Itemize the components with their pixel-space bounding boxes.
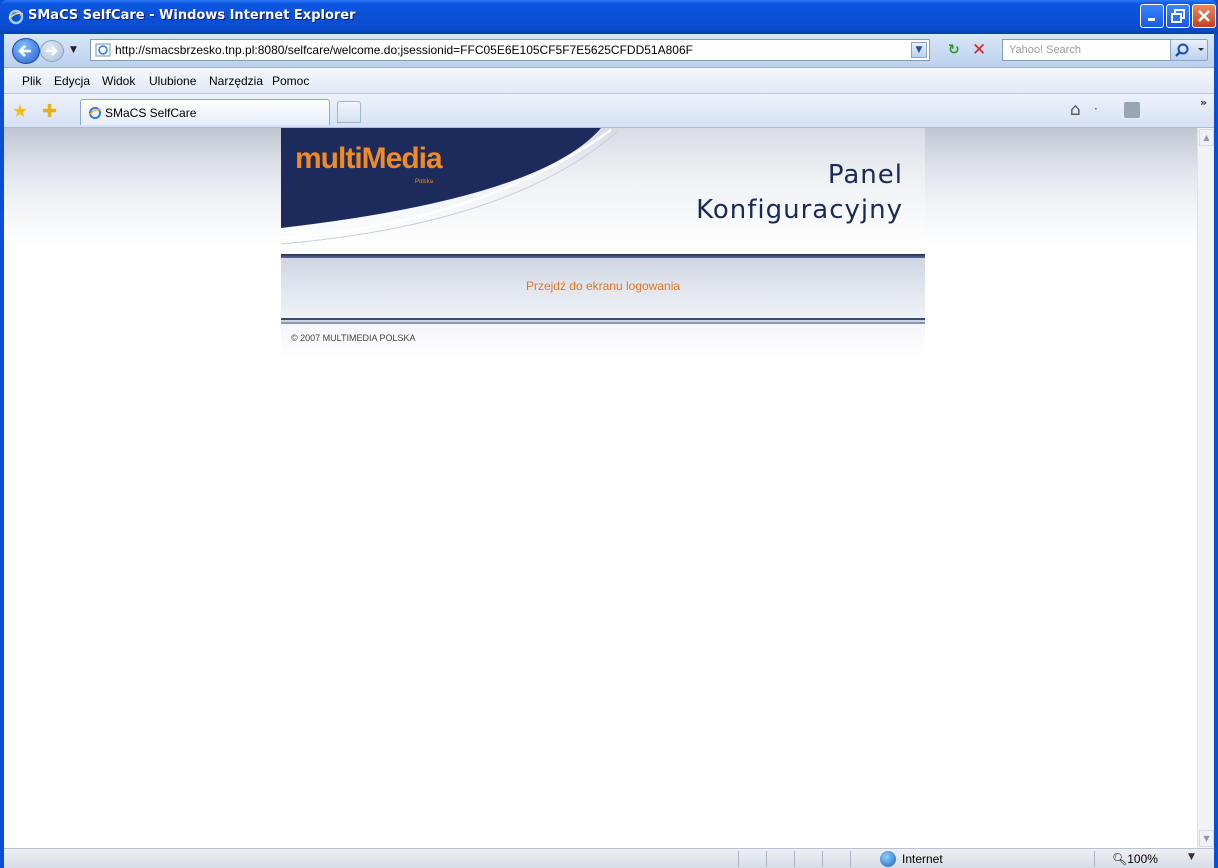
back-button[interactable] — [12, 38, 40, 64]
url-text[interactable]: http://smacsbrzesko.tnp.pl:8080/selfcare… — [115, 43, 693, 57]
ie-page-icon — [88, 107, 102, 119]
status-bar: Internet 🔍︎100% ▼ — [4, 848, 1214, 868]
home-dropdown-icon[interactable]: · — [1094, 102, 1098, 116]
restore-icon — [1171, 9, 1185, 23]
page-header: multiMedia Polska Panel Konfiguracyjny — [281, 128, 925, 250]
menu-help[interactable]: Pomoc — [272, 74, 309, 88]
multimedia-logo: multiMedia — [295, 142, 443, 175]
maximize-button[interactable] — [1166, 4, 1190, 28]
new-tab-button[interactable] — [337, 101, 361, 123]
add-favorite-icon[interactable]: ✚ — [42, 101, 57, 122]
page-title-line1: Panel — [827, 160, 903, 190]
toolbar-overflow-icon[interactable]: » — [1200, 96, 1207, 109]
scroll-up-arrow-icon[interactable]: ▲ — [1199, 129, 1214, 146]
logo-subtext: Polska — [415, 179, 434, 185]
forward-arrow-icon — [46, 46, 58, 56]
browser-window: SMaCS SelfCare - Windows Internet Explor… — [0, 0, 1218, 868]
login-section: Przejdź do ekranu logowania — [281, 258, 925, 318]
status-separator — [822, 851, 823, 867]
menu-tools[interactable]: Narzędzia — [209, 74, 263, 88]
login-link[interactable]: Przejdź do ekranu logowania — [281, 279, 925, 293]
ie-logo-icon — [8, 9, 24, 25]
config-panel: multiMedia Polska Panel Konfiguracyjny P… — [281, 128, 925, 358]
favorites-star-icon[interactable]: ★ — [12, 101, 28, 122]
status-separator — [850, 851, 851, 867]
status-separator — [738, 851, 739, 867]
status-separator — [766, 851, 767, 867]
address-toolbar: ▼ http://smacsbrzesko.tnp.pl:8080/selfca… — [4, 34, 1214, 68]
back-arrow-icon — [18, 45, 31, 57]
menu-edit[interactable]: Edycja — [54, 74, 90, 88]
magnifier-icon — [1175, 43, 1204, 57]
minimize-icon — [1148, 18, 1155, 21]
search-placeholder: Yahoo! Search — [1009, 44, 1081, 56]
vertical-scrollbar[interactable]: ▲ ▼ — [1197, 128, 1214, 848]
address-field[interactable]: http://smacsbrzesko.tnp.pl:8080/selfcare… — [90, 39, 930, 61]
history-dropdown-icon[interactable]: ▼ — [70, 45, 77, 55]
zoom-dropdown-icon[interactable]: ▼ — [1188, 852, 1195, 862]
title-bar[interactable]: SMaCS SelfCare - Windows Internet Explor… — [0, 0, 1218, 34]
scroll-down-arrow-icon[interactable]: ▼ — [1199, 830, 1214, 847]
tab-label: SMaCS SelfCare — [105, 106, 197, 120]
page-viewport: multiMedia Polska Panel Konfiguracyjny P… — [4, 128, 1197, 848]
search-button[interactable] — [1170, 39, 1208, 61]
page-icon — [95, 43, 111, 57]
menu-file[interactable]: Plik — [22, 74, 41, 88]
window-title: SMaCS SelfCare - Windows Internet Explor… — [28, 8, 356, 23]
status-separator — [794, 851, 795, 867]
menu-view[interactable]: Widok — [102, 74, 135, 88]
tab-bar: ★ ✚ SMaCS SelfCare ⌂ · » — [4, 94, 1214, 128]
home-icon[interactable]: ⌂ — [1070, 100, 1081, 120]
menu-favorites[interactable]: Ulubione — [149, 74, 196, 88]
address-dropdown-button[interactable]: ▼ — [911, 42, 927, 58]
status-separator — [1094, 851, 1095, 867]
search-input[interactable]: Yahoo! Search — [1002, 39, 1172, 61]
security-zone-label[interactable]: Internet — [902, 852, 943, 866]
close-icon — [1198, 10, 1210, 22]
copyright-text: © 2007 MULTIMEDIA POLSKA — [291, 333, 416, 343]
minimize-button[interactable] — [1140, 4, 1164, 28]
internet-zone-icon — [880, 851, 896, 867]
page-footer: © 2007 MULTIMEDIA POLSKA — [281, 324, 925, 358]
page-title: Panel Konfiguracyjny — [696, 158, 903, 228]
forward-button[interactable] — [40, 40, 64, 62]
page-title-line2: Konfiguracyjny — [696, 195, 903, 225]
zoom-value: 100% — [1127, 852, 1158, 866]
menu-bar: Plik Edycja Widok Ulubione Narzędzia Pom… — [4, 68, 1214, 94]
tab-smacs-selfcare[interactable]: SMaCS SelfCare — [80, 99, 330, 125]
zoom-level[interactable]: 🔍︎100% — [1112, 852, 1158, 866]
stop-icon[interactable]: ✕ — [972, 40, 986, 60]
close-window-button[interactable] — [1192, 4, 1216, 28]
refresh-icon[interactable]: ↻ — [948, 42, 960, 58]
feeds-icon[interactable] — [1124, 102, 1140, 118]
